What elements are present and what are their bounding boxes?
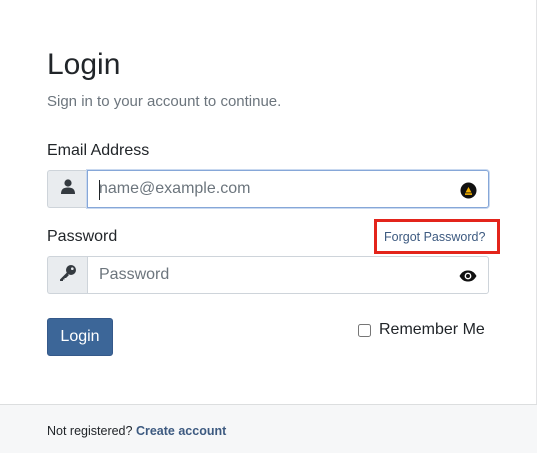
autofill-icon[interactable] xyxy=(459,181,477,199)
card-footer: Not registered? Create account xyxy=(0,404,537,453)
page-subtitle: Sign in to your account to continue. xyxy=(47,93,282,110)
password-input-group xyxy=(47,256,489,294)
text-caret xyxy=(99,180,100,200)
login-card: Login Sign in to your account to continu… xyxy=(0,0,537,453)
login-button[interactable]: Login xyxy=(47,318,113,356)
remember-me[interactable]: Remember Me xyxy=(358,320,485,340)
email-field[interactable] xyxy=(88,171,488,207)
user-icon xyxy=(60,179,75,199)
password-addon xyxy=(47,256,87,294)
key-icon xyxy=(59,264,77,287)
create-account-link[interactable]: Create account xyxy=(136,424,226,438)
password-field-wrapper xyxy=(87,256,489,294)
email-field-wrapper xyxy=(87,170,489,208)
footer-prompt: Not registered? xyxy=(47,424,133,438)
email-input-group xyxy=(47,170,489,208)
page-title: Login xyxy=(47,48,121,81)
remember-me-label: Remember Me xyxy=(379,321,485,338)
eye-icon[interactable] xyxy=(459,267,477,285)
email-addon xyxy=(47,170,87,208)
email-label: Email Address xyxy=(47,142,150,159)
remember-me-checkbox[interactable] xyxy=(358,323,371,337)
password-field[interactable] xyxy=(88,257,488,293)
footer-text: Not registered? Create account xyxy=(47,423,226,439)
forgot-password-link[interactable]: Forgot Password? xyxy=(384,229,485,245)
password-label: Password xyxy=(47,228,118,245)
